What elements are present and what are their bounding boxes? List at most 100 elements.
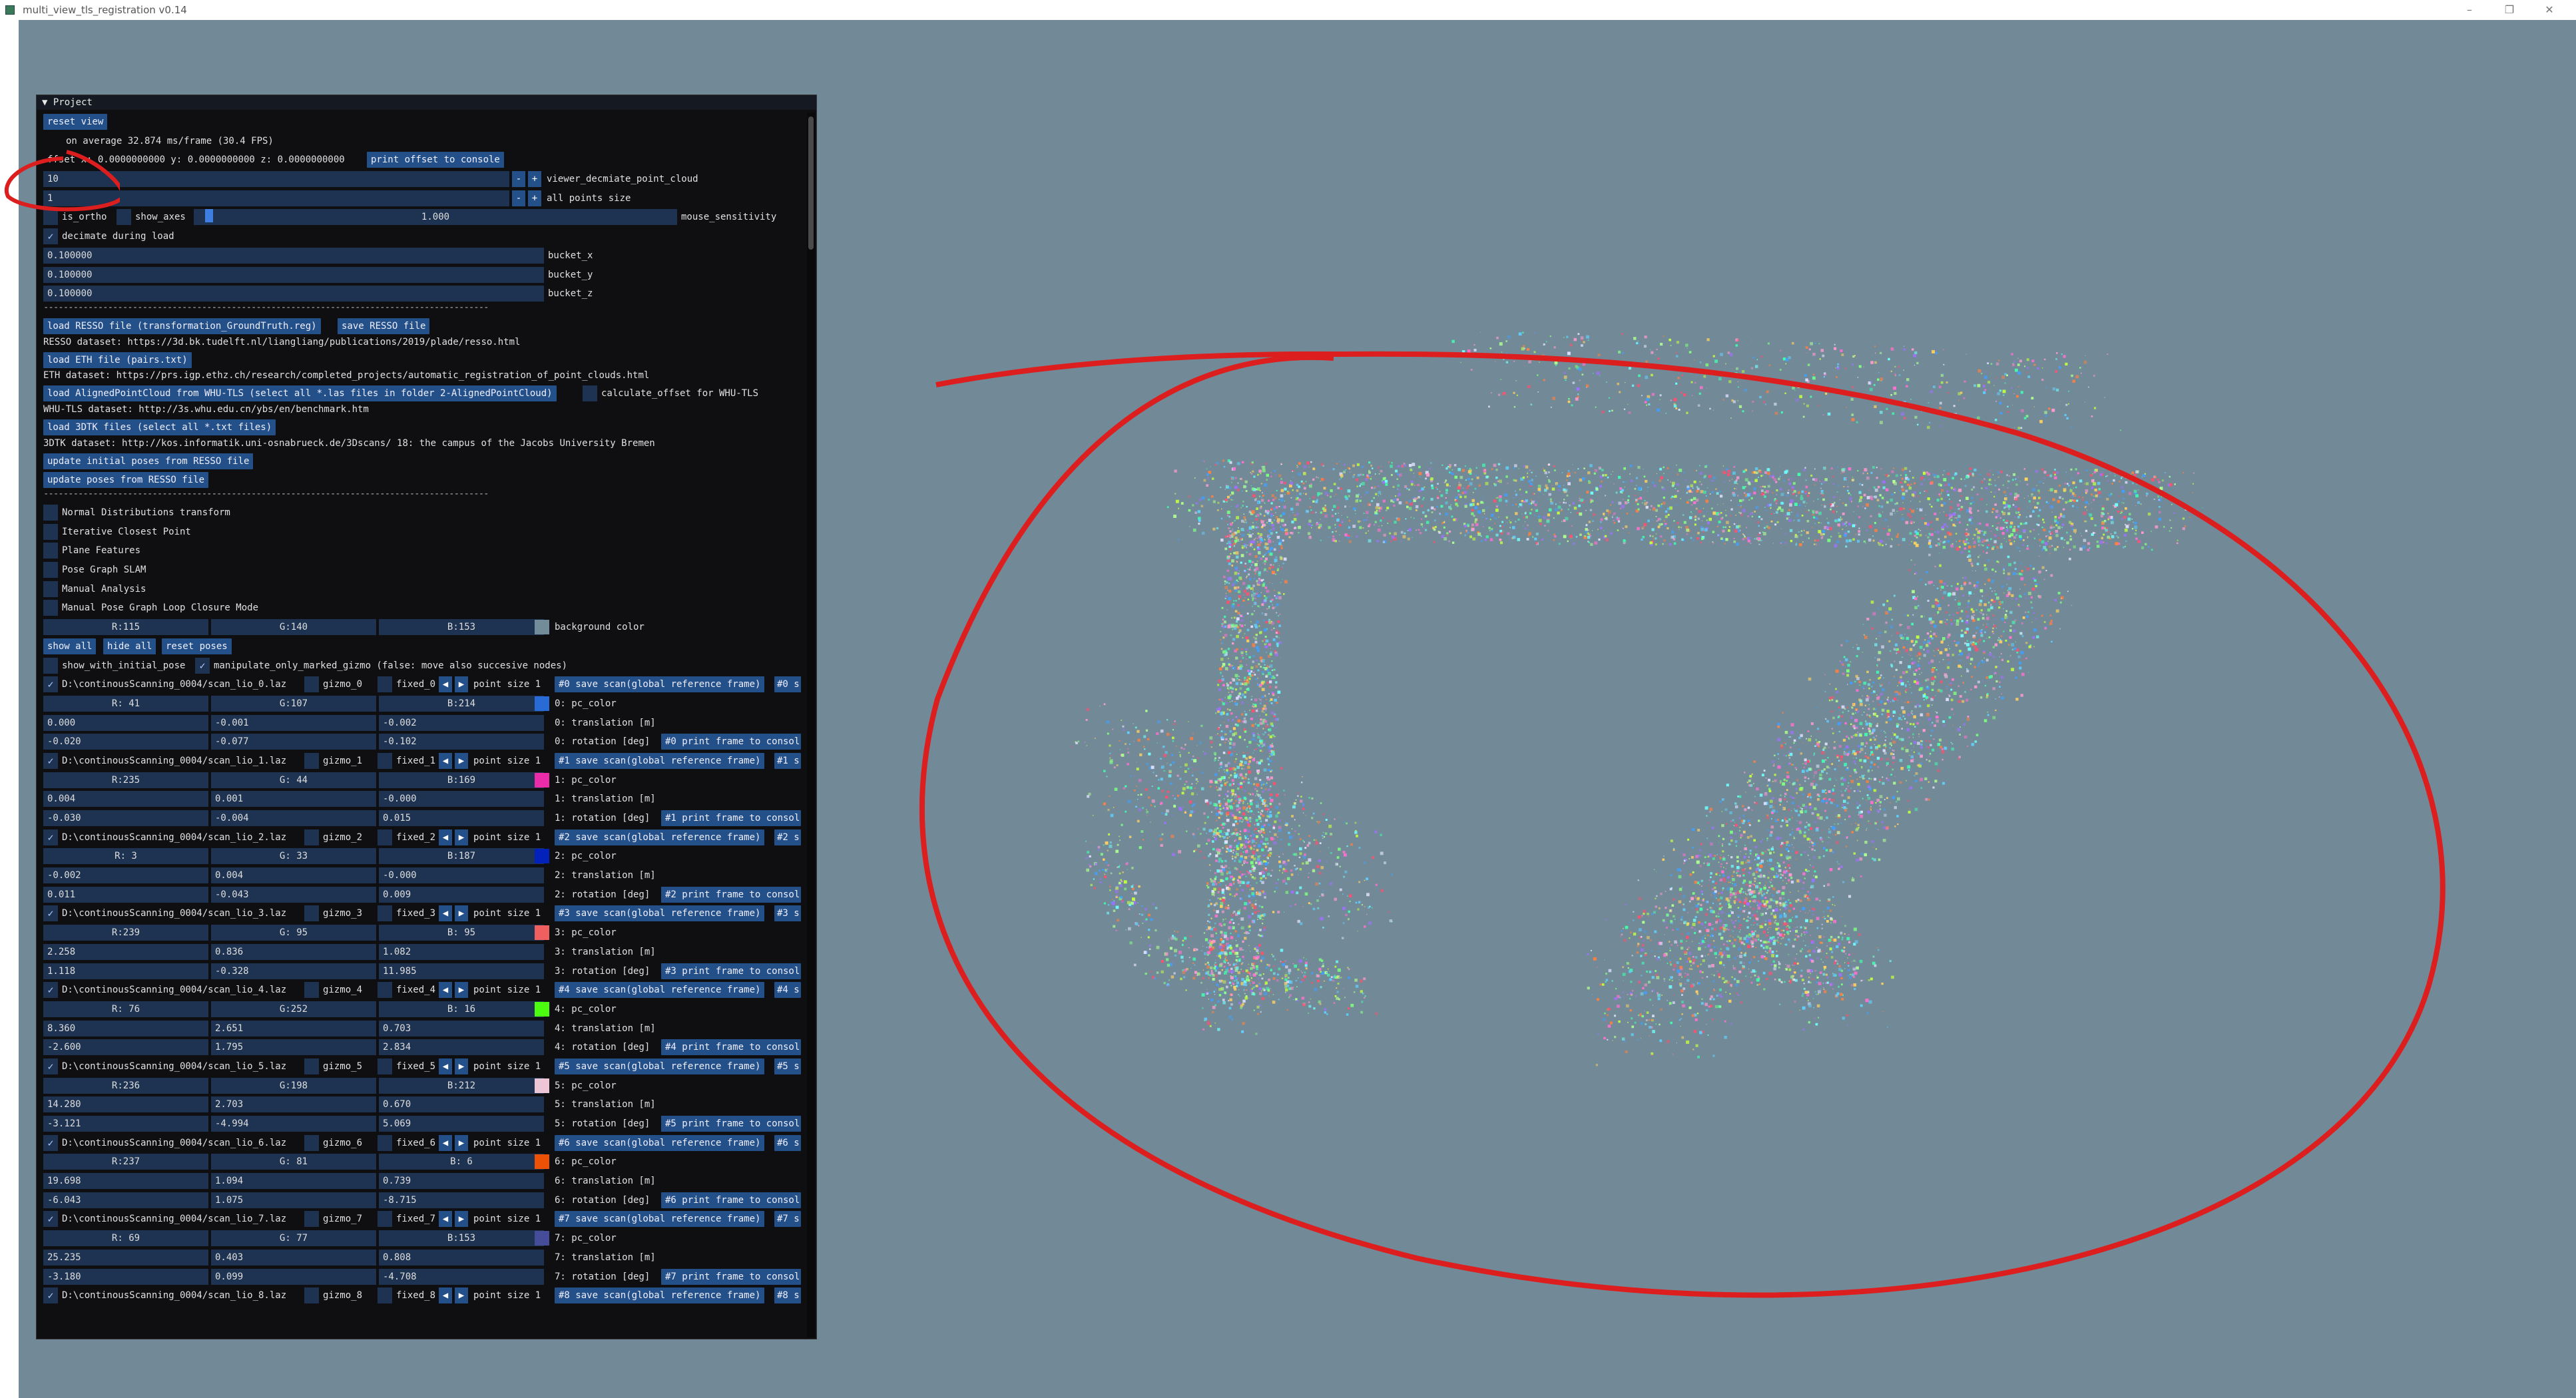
scan-extra-button[interactable]: #3 s <box>774 905 801 922</box>
rotation-input[interactable]: -3.180 <box>43 1268 208 1285</box>
save-scan-button[interactable]: #8 save scan(global reference frame) <box>555 1287 765 1304</box>
rotation-input[interactable]: -8.715 <box>379 1192 544 1208</box>
point-size-left-arrow[interactable]: ◀ <box>439 1211 452 1228</box>
print-frame-button[interactable]: #5 print frame to consol <box>661 1116 801 1132</box>
translation-input[interactable]: 2.651 <box>211 1020 376 1037</box>
update-initial-poses-button[interactable]: update initial poses from RESSO file <box>43 453 254 469</box>
gizmo-checkbox[interactable] <box>304 752 319 769</box>
scan-b-input[interactable]: B:214 <box>379 695 544 712</box>
print-offset-button[interactable]: print offset to console <box>367 152 504 168</box>
print-frame-button[interactable]: #1 print frame to consol <box>661 810 801 826</box>
save-scan-button[interactable]: #5 save scan(global reference frame) <box>555 1058 765 1074</box>
scan-r-input[interactable]: R:237 <box>43 1154 208 1170</box>
scan-r-input[interactable]: R: 69 <box>43 1230 208 1247</box>
scan-g-input[interactable]: G: 77 <box>211 1230 376 1247</box>
minimize-button[interactable]: – <box>2449 0 2489 20</box>
scan-color-swatch[interactable] <box>535 1231 549 1246</box>
panel-scrollbar[interactable] <box>807 113 815 1337</box>
show-axes-checkbox[interactable] <box>117 209 131 226</box>
rotation-input[interactable]: -0.020 <box>43 734 208 750</box>
method-checkbox[interactable] <box>43 562 58 579</box>
scan-r-input[interactable]: R: 41 <box>43 695 208 712</box>
rotation-input[interactable]: 1.075 <box>211 1192 376 1208</box>
scan-visible-checkbox[interactable]: ✓ <box>43 1134 58 1151</box>
scan-visible-checkbox[interactable]: ✓ <box>43 752 58 769</box>
points-size-minus[interactable]: - <box>512 190 525 206</box>
project-panel[interactable]: ▼ Project reset view on average 32.874 m… <box>36 95 817 1339</box>
rotation-input[interactable]: 11.985 <box>379 963 544 979</box>
load-whu-button[interactable]: load AlignedPointCloud from WHU-TLS (sel… <box>43 385 557 402</box>
rotation-input[interactable]: -0.102 <box>379 734 544 750</box>
save-scan-button[interactable]: #1 save scan(global reference frame) <box>555 752 765 769</box>
translation-input[interactable]: 0.004 <box>43 791 208 808</box>
scan-b-input[interactable]: B:212 <box>379 1077 544 1094</box>
point-size-right-arrow[interactable]: ▶ <box>455 1211 468 1228</box>
bg-color-swatch[interactable] <box>535 620 549 635</box>
translation-input[interactable]: 0.836 <box>211 943 376 960</box>
save-scan-button[interactable]: #2 save scan(global reference frame) <box>555 829 765 845</box>
scan-extra-button[interactable]: #7 s <box>774 1211 801 1228</box>
print-frame-button[interactable]: #4 print frame to consol <box>661 1039 801 1056</box>
rotation-input[interactable]: 0.015 <box>379 810 544 826</box>
scan-color-swatch[interactable] <box>535 696 549 711</box>
method-checkbox[interactable] <box>43 523 58 540</box>
scan-b-input[interactable]: B: 16 <box>379 1001 544 1017</box>
decimate-plus[interactable]: + <box>528 171 541 188</box>
rotation-input[interactable]: 0.009 <box>379 886 544 903</box>
translation-input[interactable]: 2.703 <box>211 1096 376 1113</box>
translation-input[interactable]: 14.280 <box>43 1096 208 1113</box>
rotation-input[interactable]: -0.030 <box>43 810 208 826</box>
point-size-right-arrow[interactable]: ▶ <box>455 829 468 845</box>
points-size-plus[interactable]: + <box>528 190 541 206</box>
gizmo-checkbox[interactable] <box>304 1134 319 1151</box>
scan-extra-button[interactable]: #8 s <box>774 1287 801 1304</box>
bg-g-input[interactable]: G:140 <box>211 619 376 636</box>
translation-input[interactable]: 1.082 <box>379 943 544 960</box>
manipulate-only-checkbox[interactable]: ✓ <box>195 657 210 674</box>
gizmo-checkbox[interactable] <box>304 676 319 693</box>
point-size-right-arrow[interactable]: ▶ <box>455 905 468 922</box>
translation-input[interactable]: 0.403 <box>211 1249 376 1266</box>
scan-r-input[interactable]: R: 76 <box>43 1001 208 1017</box>
is-ortho-checkbox[interactable] <box>43 209 58 226</box>
slider-grab[interactable] <box>204 209 213 223</box>
point-size-left-arrow[interactable]: ◀ <box>439 752 452 769</box>
gizmo-checkbox[interactable] <box>304 829 319 845</box>
load-3dtk-button[interactable]: load 3DTK files (select all *.txt files) <box>43 419 276 435</box>
gizmo-checkbox[interactable] <box>304 905 319 922</box>
rotation-input[interactable]: -0.043 <box>211 886 376 903</box>
load-resso-button[interactable]: load RESSO file (transformation_GroundTr… <box>43 318 321 334</box>
scan-r-input[interactable]: R:235 <box>43 772 208 788</box>
scrollbar-thumb[interactable] <box>808 116 814 250</box>
rotation-input[interactable]: -0.077 <box>211 734 376 750</box>
scan-visible-checkbox[interactable]: ✓ <box>43 982 58 999</box>
translation-input[interactable]: -0.002 <box>43 867 208 884</box>
print-frame-button[interactable]: #7 print frame to consol <box>661 1268 801 1285</box>
gizmo-checkbox[interactable] <box>304 1211 319 1228</box>
load-eth-button[interactable]: load ETH file (pairs.txt) <box>43 351 192 368</box>
scan-b-input[interactable]: B:187 <box>379 848 544 865</box>
rotation-input[interactable]: -6.043 <box>43 1192 208 1208</box>
translation-input[interactable]: 0.670 <box>379 1096 544 1113</box>
scan-r-input[interactable]: R: 3 <box>43 848 208 865</box>
fixed-checkbox[interactable] <box>378 752 392 769</box>
print-frame-button[interactable]: #6 print frame to consol <box>661 1192 801 1208</box>
rotation-input[interactable]: -4.708 <box>379 1268 544 1285</box>
scan-color-swatch[interactable] <box>535 1154 549 1170</box>
translation-input[interactable]: -0.000 <box>379 867 544 884</box>
print-frame-button[interactable]: #3 print frame to consol <box>661 963 801 979</box>
scan-visible-checkbox[interactable]: ✓ <box>43 676 58 693</box>
point-size-right-arrow[interactable]: ▶ <box>455 1287 468 1304</box>
scan-visible-checkbox[interactable]: ✓ <box>43 829 58 845</box>
fixed-checkbox[interactable] <box>378 829 392 845</box>
scan-g-input[interactable]: G: 44 <box>211 772 376 788</box>
scan-extra-button[interactable]: #1 s <box>774 752 801 769</box>
method-checkbox[interactable] <box>43 581 58 597</box>
translation-input[interactable]: 0.000 <box>43 714 208 731</box>
close-button[interactable]: ✕ <box>2529 0 2569 20</box>
rotation-input[interactable]: 1.118 <box>43 963 208 979</box>
gizmo-checkbox[interactable] <box>304 982 319 999</box>
scan-color-swatch[interactable] <box>535 925 549 941</box>
point-size-left-arrow[interactable]: ◀ <box>439 905 452 922</box>
translation-input[interactable]: 0.703 <box>379 1020 544 1037</box>
